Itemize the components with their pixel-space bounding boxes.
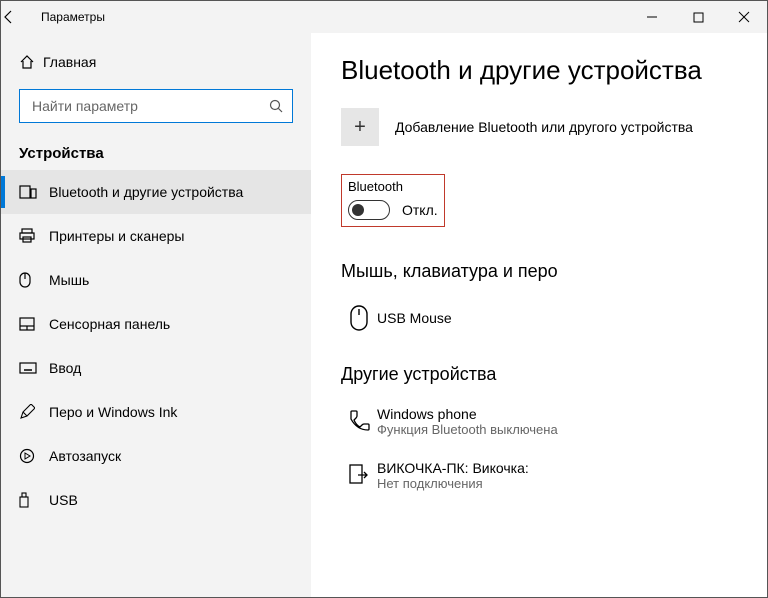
search-icon [268,98,284,114]
bluetooth-state: Откл. [402,202,438,218]
sidebar-item-label: Перо и Windows Ink [49,404,177,420]
device-vikochka-pc[interactable]: ВИКОЧКА-ПК: Викочка: Нет подключения [341,453,737,497]
home-icon [19,54,43,70]
sidebar-item-label: Мышь [49,272,89,288]
printer-icon [19,228,49,244]
sidebar-item-label: USB [49,492,78,508]
sidebar-item-bluetooth[interactable]: Bluetooth и другие устройства [1,170,311,214]
device-name: ВИКОЧКА-ПК: Викочка: [377,460,529,476]
mouse-icon [19,272,49,288]
add-device-label: Добавление Bluetooth или другого устройс… [395,119,693,135]
sidebar-item-label: Bluetooth и другие устройства [49,184,243,200]
phone-icon [341,409,377,433]
devices-icon [19,185,49,199]
search-box[interactable] [19,89,293,123]
touchpad-icon [19,317,49,331]
device-name: Windows phone [377,406,558,422]
usb-icon [19,492,49,508]
section-other-devices: Другие устройства [341,364,737,385]
device-name: USB Mouse [377,310,452,326]
page-title: Bluetooth и другие устройства [341,55,737,86]
close-button[interactable] [721,1,767,33]
content-area: Bluetooth и другие устройства + Добавлен… [311,33,767,597]
device-usb-mouse[interactable]: USB Mouse [341,296,737,340]
settings-window: Параметры Главная [0,0,768,598]
window-controls [629,1,767,33]
section-mouse-keyboard-pen: Мышь, клавиатура и перо [341,261,737,282]
sidebar-item-touchpad[interactable]: Сенсорная панель [1,302,311,346]
sidebar-section-header: Устройства [1,135,311,170]
maximize-button[interactable] [675,1,721,33]
sidebar-item-label: Принтеры и сканеры [49,228,184,244]
sidebar: Главная Устройства Bluetooth и другие ус… [1,33,311,597]
sidebar-item-printers[interactable]: Принтеры и сканеры [1,214,311,258]
add-device-button[interactable]: + Добавление Bluetooth или другого устро… [341,108,737,146]
sidebar-item-label: Ввод [49,360,81,376]
titlebar: Параметры [1,1,767,33]
window-title: Параметры [41,10,117,24]
keyboard-icon [19,362,49,374]
pen-icon [19,404,49,420]
sidebar-home-label: Главная [43,54,96,70]
bluetooth-toggle[interactable] [348,200,390,220]
bluetooth-toggle-section: Bluetooth Откл. [341,174,445,227]
cast-device-icon [341,463,377,487]
back-button[interactable] [1,9,41,25]
device-status: Функция Bluetooth выключена [377,422,558,437]
sidebar-item-label: Сенсорная панель [49,316,170,332]
minimize-button[interactable] [629,1,675,33]
sidebar-item-label: Автозапуск [49,448,121,464]
device-status: Нет подключения [377,476,529,491]
sidebar-item-pen[interactable]: Перо и Windows Ink [1,390,311,434]
device-windows-phone[interactable]: Windows phone Функция Bluetooth выключен… [341,399,737,443]
sidebar-nav: Bluetooth и другие устройства Принтеры и… [1,170,311,522]
sidebar-item-mouse[interactable]: Мышь [1,258,311,302]
autoplay-icon [19,448,49,464]
sidebar-home[interactable]: Главная [1,43,311,81]
plus-icon: + [341,108,379,146]
sidebar-item-typing[interactable]: Ввод [1,346,311,390]
mouse-icon [341,305,377,331]
bluetooth-label: Bluetooth [348,179,438,194]
sidebar-item-autoplay[interactable]: Автозапуск [1,434,311,478]
search-input[interactable] [30,97,262,115]
sidebar-item-usb[interactable]: USB [1,478,311,522]
